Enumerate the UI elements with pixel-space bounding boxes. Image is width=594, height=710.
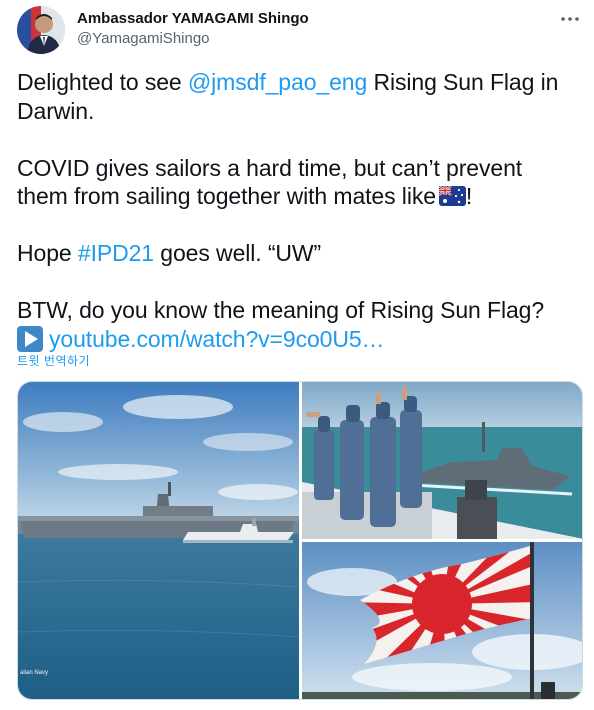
- more-horizontal-icon[interactable]: [559, 12, 581, 26]
- play-button-emoji: [17, 325, 43, 352]
- text-segment: Delighted to see: [17, 69, 188, 95]
- tweet-line: Delighted to see @jmsdf_pao_eng Rising S…: [17, 68, 577, 97]
- hashtag-link[interactable]: #IPD21: [78, 240, 154, 266]
- text-segment: Rising Sun Flag in: [367, 69, 559, 95]
- text-segment: them from sailing together with mates li…: [17, 183, 436, 209]
- mention-link[interactable]: @jmsdf_pao_eng: [188, 69, 367, 95]
- translate-tweet-link[interactable]: 트윗 번역하기: [17, 352, 90, 369]
- australia-flag-emoji: [438, 184, 466, 206]
- youtube-link[interactable]: youtube.com/watch?v=9co0U5…: [49, 326, 385, 352]
- author-info[interactable]: Ambassador YAMAGAMI Shingo @YamagamiShin…: [77, 9, 309, 48]
- tweet-line: youtube.com/watch?v=9co0U5…: [17, 325, 577, 354]
- photo-caption: alian Navy: [20, 670, 48, 676]
- tweet-line: COVID gives sailors a hard time, but can…: [17, 154, 523, 181]
- photo-ships-at-sea[interactable]: alian Navy: [18, 382, 299, 699]
- author-name[interactable]: Ambassador YAMAGAMI Shingo: [77, 9, 309, 28]
- media-grid: alian Navy: [17, 381, 583, 700]
- text-segment: Hope: [17, 240, 78, 266]
- author-handle[interactable]: @YamagamiShingo: [77, 29, 309, 48]
- text-segment: !: [465, 183, 473, 209]
- photo-rising-sun-flag[interactable]: [302, 542, 582, 699]
- tweet-line: Hope #IPD21 goes well. “UW”: [17, 239, 577, 268]
- tweet-line: Darwin.: [17, 97, 95, 124]
- tweet-line: them from sailing together with mates li…: [17, 182, 577, 211]
- tweet-line: BTW, do you know the meaning of Rising S…: [17, 297, 545, 323]
- photo-sailors-waving[interactable]: [302, 382, 582, 539]
- tweet: Ambassador YAMAGAMI Shingo @YamagamiShin…: [0, 0, 594, 710]
- tweet-text: Delighted to see @jmsdf_pao_eng Rising S…: [17, 68, 577, 353]
- text-segment: goes well. “UW”: [154, 240, 322, 266]
- avatar[interactable]: [17, 6, 65, 54]
